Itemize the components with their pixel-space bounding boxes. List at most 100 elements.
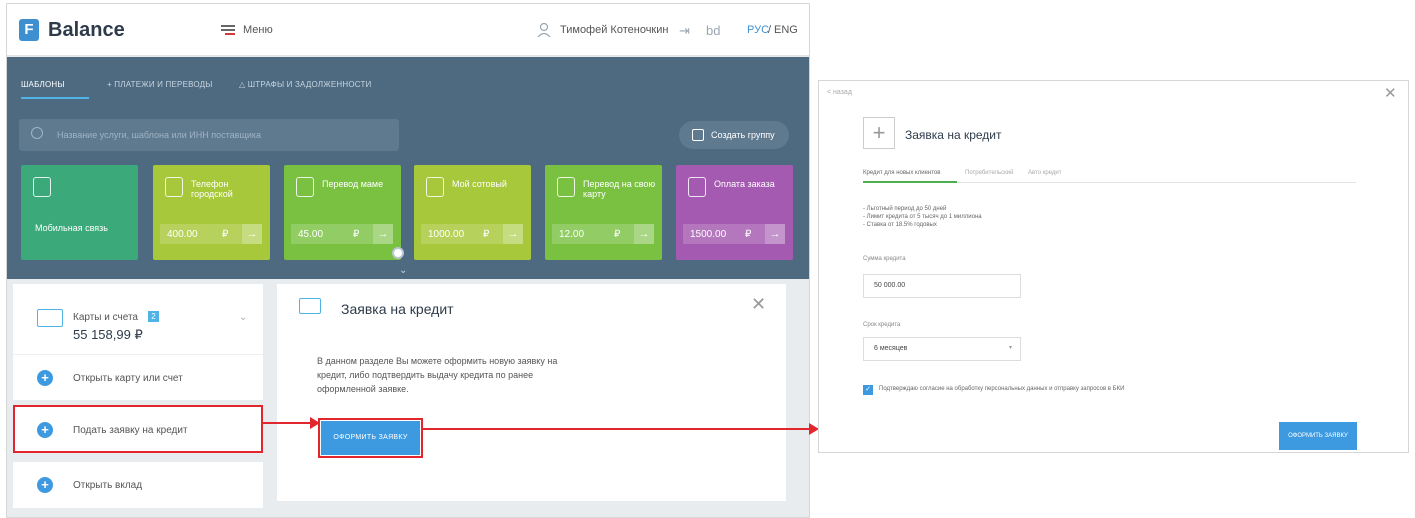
tile-amount-field[interactable]: 1500.00 ₽ → bbox=[683, 224, 785, 244]
cards-label: Карты и счета bbox=[73, 312, 138, 323]
highlight-frame bbox=[13, 405, 263, 453]
create-group-button[interactable]: Создать группу bbox=[679, 121, 789, 149]
currency: ₽ bbox=[614, 229, 621, 240]
phone-icon bbox=[426, 177, 444, 197]
highlight-frame bbox=[318, 418, 423, 458]
arrow-right-icon[interactable]: → bbox=[634, 224, 654, 244]
tile-amount: 1000.00 bbox=[428, 229, 465, 240]
menu-button[interactable]: Меню bbox=[243, 24, 273, 36]
amount-field[interactable]: 50 000.00 bbox=[863, 274, 1021, 298]
tile-title: Оплата заказа bbox=[714, 179, 775, 189]
tile-title: Телефон городской bbox=[191, 179, 233, 199]
tile-landline[interactable]: Телефон городской 400.00 ₽ → bbox=[153, 165, 270, 260]
phone-icon bbox=[33, 177, 51, 197]
open-deposit-action[interactable]: + Открыть вклад bbox=[13, 462, 263, 508]
tile-amount-field[interactable]: 1000.00 ₽ → bbox=[421, 224, 523, 244]
submit-form-button[interactable]: ОФОРМИТЬ ЗАЯВКУ bbox=[1279, 422, 1357, 450]
tile-amount-field[interactable]: 45.00 ₽ → bbox=[291, 224, 393, 244]
tab-consumer[interactable]: Потребительский bbox=[965, 170, 1013, 176]
active-tab-indicator bbox=[863, 181, 957, 183]
plus-icon: + bbox=[863, 117, 895, 149]
credit-application-panel: Заявка на кредит ✕ В данном разделе Вы м… bbox=[277, 284, 786, 501]
search-icon bbox=[31, 127, 43, 139]
templates-panel: ШАБЛОНЫ + ПЛАТЕЖИ И ПЕРЕВОДЫ △ ШТРАФЫ И … bbox=[7, 57, 809, 279]
create-group-label: Создать группу bbox=[711, 130, 775, 140]
group-icon bbox=[692, 129, 704, 141]
back-link[interactable]: < назад bbox=[827, 89, 852, 96]
top-bar: F Balance Меню Тимофей Котеночкин ⇥ bd Р… bbox=[7, 4, 809, 56]
credit-conditions: - Льготный период до 50 дней - Лимит кре… bbox=[863, 205, 982, 229]
currency: ₽ bbox=[483, 229, 490, 240]
arrow-right-icon[interactable]: → bbox=[373, 224, 393, 244]
form-title: Заявка на кредит bbox=[905, 128, 1002, 142]
tab-templates[interactable]: ШАБЛОНЫ bbox=[21, 80, 65, 89]
lang-ru[interactable]: РУС bbox=[747, 24, 769, 36]
connector-arrow bbox=[421, 428, 811, 430]
user-icon bbox=[537, 22, 551, 38]
connector-arrow bbox=[262, 422, 312, 424]
credit-form-window: < назад ✕ + Заявка на кредит Кредит для … bbox=[818, 80, 1409, 453]
carousel-dot[interactable] bbox=[392, 247, 404, 259]
tile-transfer-mom[interactable]: Перевод маме 45.00 ₽ → bbox=[284, 165, 401, 260]
tile-title: Мой сотовый bbox=[452, 179, 507, 189]
search-placeholder: Название услуги, шаблона или ИНН поставщ… bbox=[57, 130, 262, 140]
close-icon[interactable]: ✕ bbox=[1384, 84, 1397, 102]
count-badge: 2 bbox=[148, 311, 159, 322]
tile-title: Перевод маме bbox=[322, 179, 384, 189]
user-name[interactable]: Тимофей Котеночкин bbox=[560, 24, 668, 36]
logout-icon[interactable]: ⇥ bbox=[679, 23, 690, 39]
currency: ₽ bbox=[222, 229, 229, 240]
search-input[interactable]: Название услуги, шаблона или ИНН поставщ… bbox=[19, 119, 399, 151]
tile-order-payment[interactable]: Оплата заказа 1500.00 ₽ → bbox=[676, 165, 793, 260]
chevron-down-icon[interactable]: ⌄ bbox=[399, 265, 407, 276]
tile-transfer-card[interactable]: Перевод на свою карту 12.00 ₽ → bbox=[545, 165, 662, 260]
condition-item: - Лимит кредита от 5 тысяч до 1 миллиона bbox=[863, 214, 982, 220]
chevron-down-icon[interactable]: ▾ bbox=[1009, 344, 1012, 351]
tab-auto[interactable]: Авто кредит bbox=[1028, 170, 1062, 176]
consent-label: Подтверждаю согласие на обработку персон… bbox=[879, 386, 1125, 392]
tab-new-clients[interactable]: Кредит для новых клиентов bbox=[863, 170, 940, 176]
tile-amount: 1500.00 bbox=[690, 229, 727, 240]
lang-en[interactable]: ENG bbox=[774, 24, 798, 36]
logo-icon: F bbox=[19, 19, 39, 41]
consent-checkbox[interactable]: ✓ bbox=[863, 385, 873, 395]
tile-amount-field[interactable]: 12.00 ₽ → bbox=[552, 224, 654, 244]
currency: ₽ bbox=[353, 229, 360, 240]
arrow-right-icon[interactable]: → bbox=[765, 224, 785, 244]
card-icon bbox=[299, 298, 321, 314]
condition-item: - Льготный период до 50 дней bbox=[863, 206, 947, 212]
card-icon bbox=[37, 309, 63, 327]
action-label: Открыть карту или счет bbox=[73, 373, 183, 384]
term-label: Срок кредита bbox=[863, 322, 901, 328]
tab-fines[interactable]: △ ШТРАФЫ И ЗАДОЛЖЕННОСТИ bbox=[239, 80, 372, 89]
landline-icon bbox=[165, 177, 183, 197]
term-select[interactable]: 6 месяцев bbox=[863, 337, 1021, 361]
condition-item: - Ставка от 18.5% годовых bbox=[863, 222, 937, 228]
tile-title: Мобильная связь bbox=[35, 223, 108, 233]
menu-icon[interactable] bbox=[221, 25, 235, 35]
lang-separator: / bbox=[768, 24, 772, 36]
chevron-down-icon[interactable]: ⌄ bbox=[239, 312, 247, 323]
panel-description: В данном разделе Вы можете оформить нову… bbox=[317, 356, 558, 394]
accounts-balance: 55 158,99 ₽ bbox=[73, 327, 143, 342]
close-icon[interactable]: ✕ bbox=[751, 294, 766, 315]
tile-amount: 45.00 bbox=[298, 229, 324, 240]
accessibility-icon[interactable]: bd bbox=[706, 23, 720, 38]
panel-title: Заявка на кредит bbox=[341, 301, 454, 317]
arrow-right-icon[interactable]: → bbox=[503, 224, 523, 244]
cards-and-accounts[interactable]: Карты и счета 2 55 158,99 ₽ ⌄ bbox=[13, 284, 263, 354]
tab-payments[interactable]: + ПЛАТЕЖИ И ПЕРЕВОДЫ bbox=[107, 80, 213, 89]
plus-icon: + bbox=[37, 370, 53, 386]
tile-mobile[interactable]: Мобильная связь bbox=[21, 165, 138, 260]
star-icon bbox=[688, 177, 706, 197]
open-card-action[interactable]: + Открыть карту или счет bbox=[13, 354, 263, 400]
tile-title: Перевод на свою карту bbox=[583, 179, 656, 199]
tile-amount-field[interactable]: 400.00 ₽ → bbox=[160, 224, 262, 244]
tile-amount: 400.00 bbox=[167, 229, 198, 240]
arrow-right-icon[interactable]: → bbox=[242, 224, 262, 244]
bank-app-window: F Balance Меню Тимофей Котеночкин ⇥ bd Р… bbox=[6, 3, 810, 518]
card-transfer-icon bbox=[557, 177, 575, 197]
app-name: Balance bbox=[48, 19, 125, 41]
arrow-head-icon bbox=[310, 417, 320, 429]
tile-my-mobile[interactable]: Мой сотовый 1000.00 ₽ → bbox=[414, 165, 531, 260]
